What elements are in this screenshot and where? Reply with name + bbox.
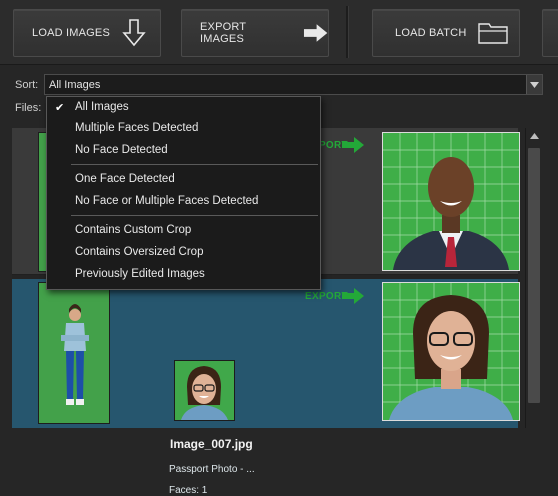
menu-separator — [71, 164, 318, 165]
export-images-button[interactable]: EXPORT IMAGES — [181, 9, 329, 57]
checkmark-icon: ✔ — [55, 102, 65, 114]
menu-item-previously-edited[interactable]: Previously Edited Images — [75, 268, 205, 280]
right-arrow-icon — [303, 24, 328, 42]
menu-item-oversized-crop[interactable]: Contains Oversized Crop — [75, 246, 203, 258]
menu-item-label: No Face or Multiple Faces Detected — [75, 195, 259, 207]
toolbar-separator — [346, 6, 349, 58]
chevron-down-icon[interactable] — [526, 75, 542, 94]
cropped-preview[interactable] — [382, 282, 520, 421]
scroll-up-icon[interactable] — [526, 128, 543, 144]
export-arrow-icon[interactable] — [342, 288, 364, 304]
menu-item-label: One Face Detected — [75, 173, 175, 185]
menu-item-all-images[interactable]: ✔ All Images — [55, 101, 129, 114]
load-images-label: LOAD IMAGES — [32, 27, 110, 39]
menu-item-custom-crop[interactable]: Contains Custom Crop — [75, 224, 191, 236]
sort-select[interactable]: All Images — [44, 74, 543, 95]
menu-item-label: Multiple Faces Detected — [75, 122, 199, 134]
folder-icon — [478, 23, 509, 44]
list-item-selected[interactable]: EXPORT Image_007.jpg Passport Photo - ..… — [12, 279, 520, 496]
list-scrollbar[interactable] — [525, 128, 543, 428]
load-batch-button[interactable]: LOAD BATCH — [372, 9, 520, 57]
load-batch-label: LOAD BATCH — [395, 27, 467, 39]
person-portrait-image — [389, 295, 513, 420]
menu-item-label: Previously Edited Images — [75, 268, 205, 280]
sort-select-value: All Images — [49, 78, 101, 91]
export-images-label: EXPORT IMAGES — [200, 21, 247, 45]
menu-item-label: All Images — [75, 101, 129, 113]
photo-type: Passport Photo - ... — [169, 464, 255, 475]
detected-face-thumbnail[interactable] — [174, 360, 235, 421]
menu-item-label: No Face Detected — [75, 144, 168, 156]
export-arrow-icon[interactable] — [342, 137, 364, 153]
main-toolbar: LOAD IMAGES EXPORT IMAGES LOAD BATCH — [0, 0, 558, 65]
sort-label: Sort: — [15, 79, 39, 91]
faces-count: Faces: 1 — [169, 485, 208, 496]
face-image — [181, 366, 228, 420]
source-thumbnail[interactable] — [38, 282, 110, 424]
full-body-person-image — [61, 304, 89, 405]
file-name: Image_007.jpg — [170, 437, 253, 451]
menu-item-one-face[interactable]: One Face Detected — [75, 173, 175, 185]
menu-item-label: Contains Oversized Crop — [75, 246, 204, 258]
menu-item-label: Contains Custom Crop — [75, 224, 192, 236]
files-label: Files: — [15, 102, 42, 114]
cropped-preview[interactable] — [382, 132, 520, 271]
scroll-thumb[interactable] — [528, 148, 540, 403]
menu-item-no-face[interactable]: No Face Detected — [75, 144, 168, 156]
person-portrait-image — [393, 157, 509, 270]
menu-item-multiple-faces[interactable]: Multiple Faces Detected — [75, 122, 198, 134]
load-images-button[interactable]: LOAD IMAGES — [13, 9, 161, 57]
menu-separator — [71, 215, 318, 216]
sort-dropdown-menu: ✔ All Images Multiple Faces Detected No … — [46, 96, 321, 290]
more-toolbar-button[interactable] — [542, 9, 558, 57]
download-arrow-icon — [122, 19, 146, 47]
menu-item-no-or-multiple-faces[interactable]: No Face or Multiple Faces Detected — [75, 195, 258, 207]
